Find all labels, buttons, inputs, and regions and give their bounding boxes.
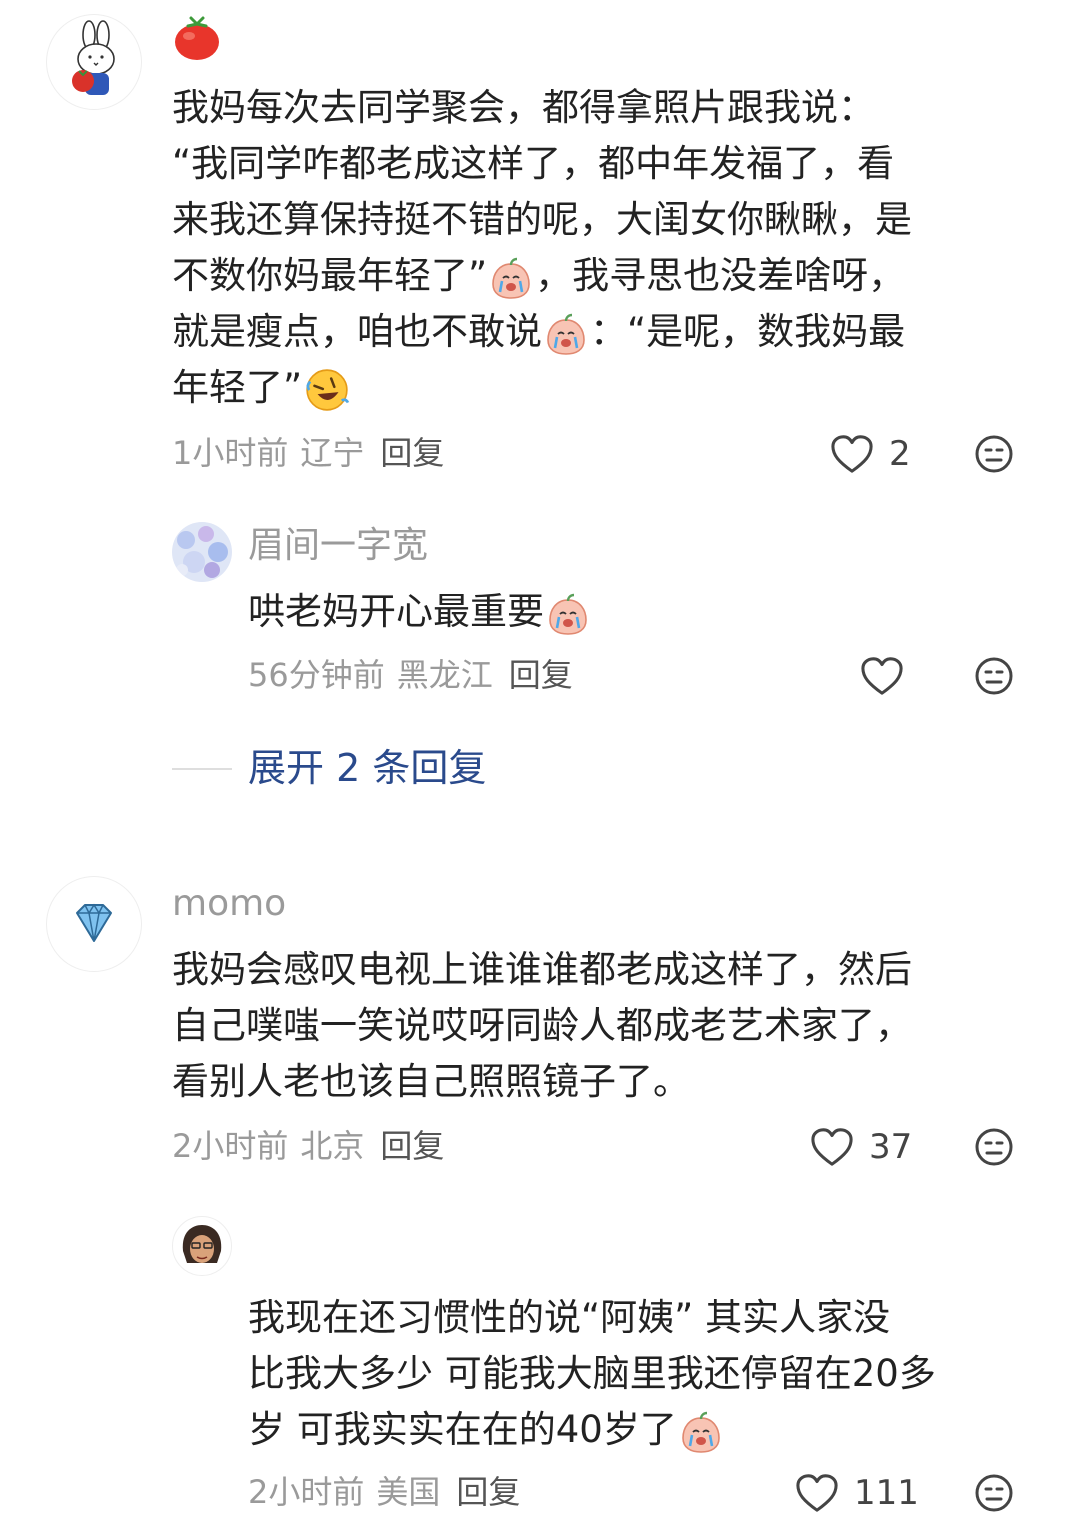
cartoon-face-avatar-icon: [182, 1225, 222, 1263]
avatar[interactable]: [172, 1216, 232, 1276]
dislike-icon[interactable]: [974, 1127, 1014, 1167]
reply-time: 2小时前: [248, 1473, 365, 1511]
reply-time: 56分钟前: [248, 656, 385, 694]
comment-line: 我妈每次去同学聚会，都得拿照片跟我说：: [172, 86, 875, 129]
reply-text: 哄老妈开心最重要: [248, 584, 1048, 640]
comment-fragment: ，我寻思也没差啥呀，: [535, 254, 906, 297]
comment-line: “我同学咋都老成这样了，都中年发福了，看: [172, 142, 895, 185]
reply-meta: 2小时前 美国 回复: [248, 1472, 532, 1512]
diamond-avatar-icon: [76, 903, 112, 942]
rofl-emoji-icon: [304, 367, 350, 413]
comment-location: 北京: [300, 1127, 365, 1165]
comment-line: 自己噗嗤一笑说哎呀同龄人都成老艺术家了，: [172, 1004, 912, 1047]
comment-line: 就是瘦点，咱也不敢说 ：“是呢，数我妈最: [172, 304, 1042, 360]
expand-divider: [172, 768, 232, 770]
comment-fragment: 年轻了”: [172, 366, 303, 409]
avatar[interactable]: [46, 876, 142, 972]
crying-peach-emoji-icon: [544, 312, 588, 356]
comment-time: 1小时前: [172, 434, 289, 472]
reply-button[interactable]: 回复: [509, 656, 573, 694]
reply-meta: 56分钟前 黑龙江 回复: [248, 655, 585, 695]
heart-icon[interactable]: [859, 655, 905, 697]
comment-line: 看别人老也该自己照照镜子了。: [172, 1060, 690, 1103]
reply-line: 岁 可我实实在在的40岁了: [248, 1402, 1048, 1458]
comment-line: 年轻了”: [172, 360, 1042, 416]
dislike-icon[interactable]: [974, 1473, 1014, 1513]
comment-text: 我妈会感叹电视上谁谁谁都老成这样了，然后 自己噗嗤一笑说哎呀同龄人都成老艺术家了…: [172, 942, 1042, 1110]
reply-fragment: 岁 可我实实在在的40岁了: [248, 1408, 677, 1451]
comment-username[interactable]: momo: [172, 882, 286, 926]
reply-line: 比我大多少 可能我大脑里我还停留在20多: [248, 1352, 936, 1395]
like-count: 111: [854, 1473, 919, 1513]
avatar[interactable]: [172, 522, 232, 582]
reply-line: 哄老妈开心最重要: [248, 584, 1048, 640]
reply-button[interactable]: 回复: [380, 1127, 444, 1165]
expand-replies-button[interactable]: 展开 2 条回复: [248, 744, 486, 792]
dislike-icon[interactable]: [974, 656, 1014, 696]
crying-peach-emoji-icon: [679, 1410, 723, 1454]
comment-meta: 1小时前 辽宁 回复: [172, 433, 456, 473]
heart-icon[interactable]: [794, 1472, 840, 1514]
reply-location: 美国: [376, 1473, 441, 1511]
reply-button[interactable]: 回复: [380, 434, 444, 472]
reply-username[interactable]: 眉间一字宽: [248, 524, 428, 568]
avatar[interactable]: [46, 14, 142, 110]
reply-location: 黑龙江: [396, 656, 493, 694]
comment-meta: 2小时前 北京 回复: [172, 1126, 456, 1166]
reply-button[interactable]: 回复: [456, 1473, 520, 1511]
reply-fragment: 哄老妈开心最重要: [248, 590, 544, 633]
crying-peach-emoji-icon: [546, 592, 590, 636]
comment-line: 不数你妈最年轻了” ，我寻思也没差啥呀，: [172, 248, 1042, 304]
like-count: 2: [889, 434, 911, 474]
reply-text: 我现在还习惯性的说“阿姨” 其实人家没 比我大多少 可能我大脑里我还停留在20多…: [248, 1290, 1048, 1458]
comment-location: 辽宁: [300, 434, 365, 472]
comment-fragment: 不数你妈最年轻了”: [172, 254, 488, 297]
comment-text: 我妈每次去同学聚会，都得拿照片跟我说： “我同学咋都老成这样了，都中年发福了，看…: [172, 80, 1042, 416]
heart-icon[interactable]: [829, 433, 875, 475]
comment-line: 我妈会感叹电视上谁谁谁都老成这样了，然后: [172, 948, 912, 991]
tomato-emoji-icon: [172, 14, 222, 62]
reply-line: 我现在还习惯性的说“阿姨” 其实人家没: [248, 1296, 891, 1339]
comment-time: 2小时前: [172, 1127, 289, 1165]
dislike-icon[interactable]: [974, 434, 1014, 474]
comment-fragment: 就是瘦点，咱也不敢说: [172, 310, 542, 353]
blue-flowers-avatar-icon: [172, 522, 232, 582]
heart-icon[interactable]: [809, 1126, 855, 1168]
like-count: 37: [869, 1127, 913, 1167]
comment-line: 来我还算保持挺不错的呢，大闺女你瞅瞅，是: [172, 198, 912, 241]
crying-peach-emoji-icon: [489, 256, 533, 300]
bunny-tomato-avatar-icon: [72, 20, 115, 95]
comment-fragment: ：“是呢，数我妈最: [590, 310, 906, 353]
